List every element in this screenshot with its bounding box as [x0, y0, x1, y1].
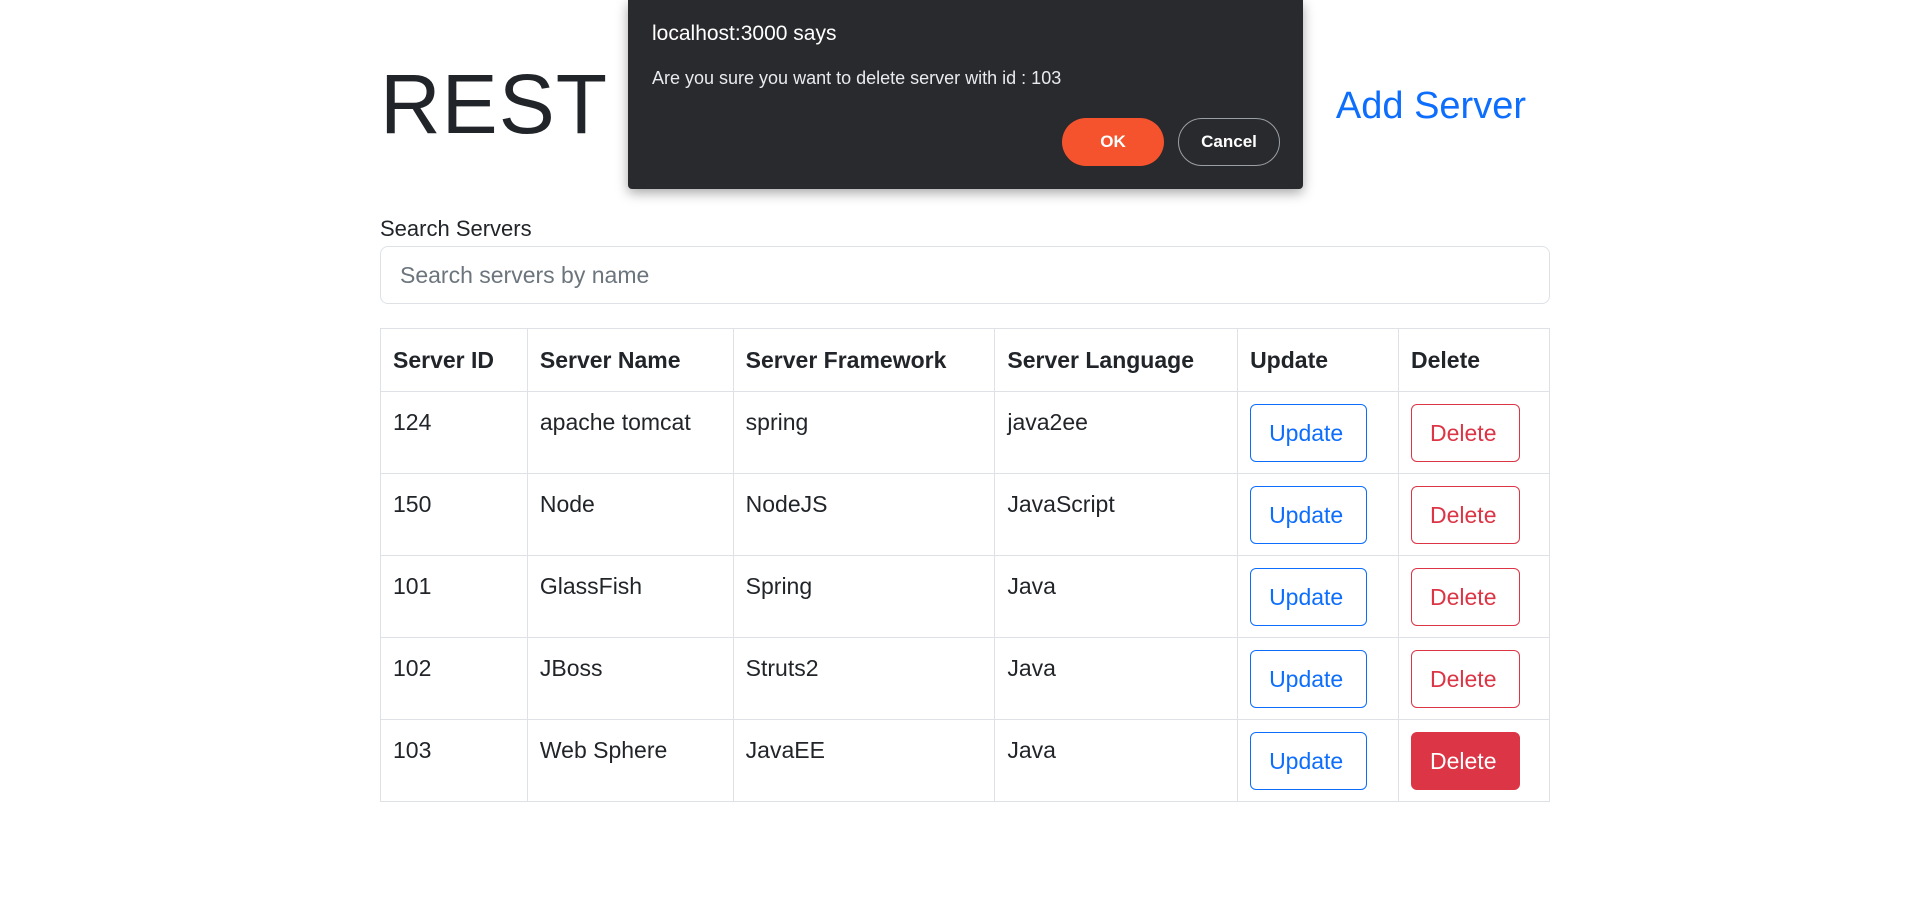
cell-server-id: 101: [380, 555, 528, 638]
cell-server-language: java2ee: [994, 391, 1239, 474]
add-server-link[interactable]: Add Server: [1336, 82, 1526, 130]
cell-server-framework: Struts2: [732, 637, 996, 720]
table-row: 101 GlassFish Spring Java Update Delete: [380, 555, 1550, 638]
update-button[interactable]: Update: [1250, 486, 1368, 544]
cell-server-framework: JavaEE: [732, 719, 996, 802]
cell-update: Update: [1237, 637, 1399, 720]
cell-update: Update: [1237, 473, 1399, 556]
table-row: 103 Web Sphere JavaEE Java Update Delete: [380, 719, 1550, 802]
dialog-cancel-button[interactable]: Cancel: [1178, 118, 1280, 166]
cell-server-framework: spring: [732, 391, 996, 474]
search-input[interactable]: [380, 246, 1550, 304]
header-server-framework: Server Framework: [732, 328, 996, 392]
cell-update: Update: [1237, 555, 1399, 638]
header-server-name: Server Name: [526, 328, 734, 392]
dialog-ok-button[interactable]: OK: [1062, 118, 1164, 166]
header-update: Update: [1237, 328, 1399, 392]
cell-delete: Delete: [1398, 391, 1550, 474]
cell-update: Update: [1237, 719, 1399, 802]
table-row: 102 JBoss Struts2 Java Update Delete: [380, 637, 1550, 720]
delete-button-active[interactable]: Delete: [1411, 732, 1520, 790]
cell-server-language: Java: [994, 637, 1239, 720]
delete-button[interactable]: Delete: [1411, 568, 1520, 626]
cell-server-name: Node: [526, 473, 734, 556]
cell-server-name: Web Sphere: [526, 719, 734, 802]
header-delete: Delete: [1398, 328, 1550, 392]
search-label: Search Servers: [380, 216, 532, 241]
update-button[interactable]: Update: [1250, 650, 1368, 708]
cell-delete: Delete: [1398, 637, 1550, 720]
cell-server-id: 124: [380, 391, 528, 474]
dialog-title: localhost:3000 says: [652, 22, 837, 45]
update-button[interactable]: Update: [1250, 404, 1368, 462]
cell-server-id: 102: [380, 637, 528, 720]
cell-update: Update: [1237, 391, 1399, 474]
delete-button[interactable]: Delete: [1411, 486, 1520, 544]
header-server-id: Server ID: [380, 328, 528, 392]
cell-delete: Delete: [1398, 473, 1550, 556]
cell-delete: Delete: [1398, 719, 1550, 802]
delete-button[interactable]: Delete: [1411, 404, 1520, 462]
cell-server-name: GlassFish: [526, 555, 734, 638]
table-row: 150 Node NodeJS JavaScript Update Delete: [380, 473, 1550, 556]
cell-server-id: 103: [380, 719, 528, 802]
cell-server-framework: NodeJS: [732, 473, 996, 556]
table-header-row: Server ID Server Name Server Framework S…: [380, 328, 1550, 392]
cell-server-language: Java: [994, 555, 1239, 638]
confirm-dialog: localhost:3000 says Are you sure you wan…: [628, 0, 1303, 189]
delete-button[interactable]: Delete: [1411, 650, 1520, 708]
cell-server-name: apache tomcat: [526, 391, 734, 474]
cell-server-name: JBoss: [526, 637, 734, 720]
cell-server-language: Java: [994, 719, 1239, 802]
cell-server-framework: Spring: [732, 555, 996, 638]
cell-server-id: 150: [380, 473, 528, 556]
cell-server-language: JavaScript: [994, 473, 1239, 556]
servers-table: Server ID Server Name Server Framework S…: [380, 328, 1550, 802]
dialog-message: Are you sure you want to delete server w…: [652, 68, 1062, 88]
cell-delete: Delete: [1398, 555, 1550, 638]
header-server-language: Server Language: [994, 328, 1239, 392]
update-button[interactable]: Update: [1250, 568, 1368, 626]
table-row: 124 apache tomcat spring java2ee Update …: [380, 391, 1550, 474]
update-button[interactable]: Update: [1250, 732, 1368, 790]
